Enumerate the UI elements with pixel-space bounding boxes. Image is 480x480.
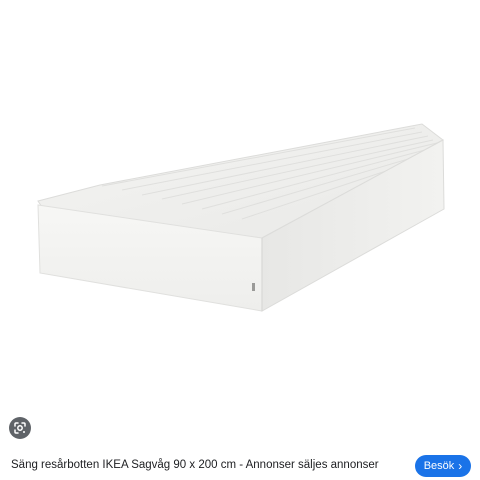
- google-lens-button[interactable]: [9, 417, 31, 439]
- chevron-right-icon: ›: [458, 459, 463, 473]
- image-caption[interactable]: Säng resårbotten IKEA Sagvåg 90 x 200 cm…: [11, 459, 379, 471]
- product-image[interactable]: [10, 0, 472, 443]
- google-lens-icon: [14, 422, 26, 434]
- visit-button-label: Besök: [423, 460, 455, 472]
- visit-button[interactable]: Besök ›: [415, 455, 471, 477]
- image-preview-page: Säng resårbotten IKEA Sagvåg 90 x 200 cm…: [0, 0, 480, 480]
- caption-bar: Säng resårbotten IKEA Sagvåg 90 x 200 cm…: [0, 448, 480, 480]
- mattress-image: [37, 123, 445, 312]
